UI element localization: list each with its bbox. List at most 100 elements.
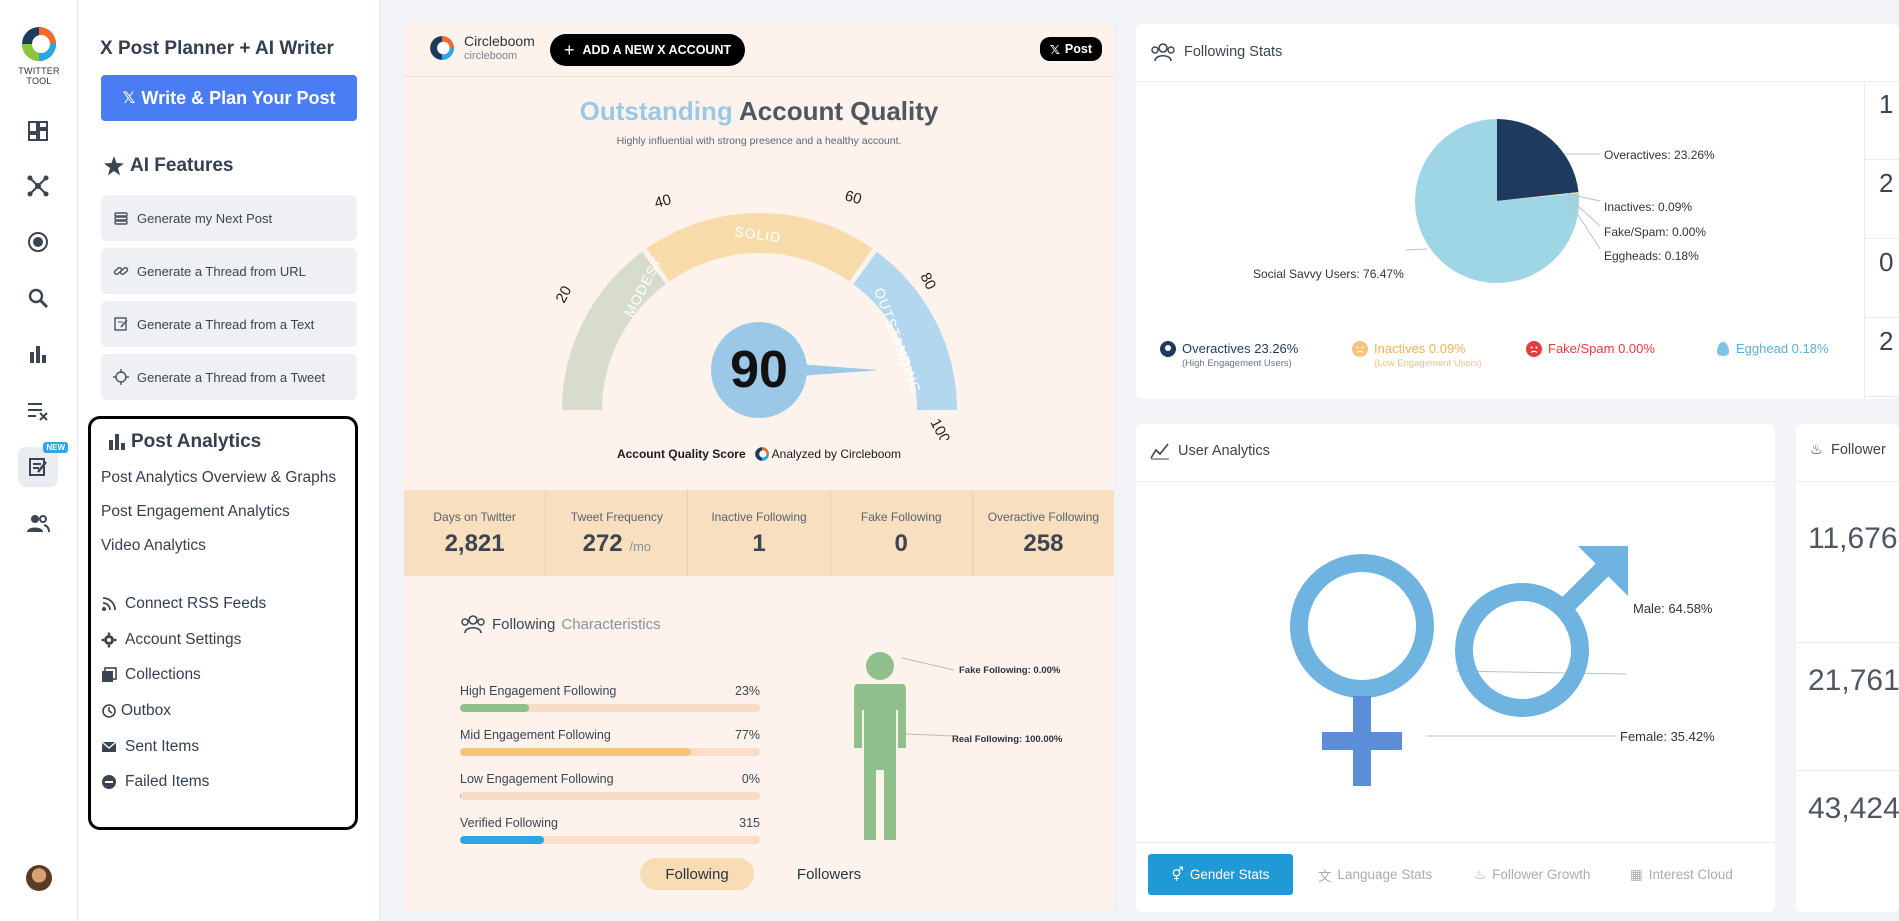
following-stats-card: Following Stats Overactives: 23.26% Inac… — [1136, 24, 1899, 399]
user-avatar[interactable] — [26, 865, 52, 891]
line-chart-icon — [1150, 443, 1169, 460]
stat-fake-following: Fake Following 0 — [831, 490, 973, 576]
write-and-plan-label: Write & Plan Your Post — [141, 87, 336, 108]
divider — [1136, 481, 1775, 482]
plus-icon: + — [564, 39, 575, 60]
bar-fill — [460, 836, 544, 844]
flame-icon: ♨ — [1810, 442, 1823, 458]
grid-icon: ▦ — [1630, 866, 1643, 882]
legend-label: Inactives 0.09% — [1374, 341, 1466, 356]
menu-label: Collections — [125, 666, 201, 683]
gender-symbols — [1290, 546, 1628, 786]
side-value: 0 — [1865, 239, 1899, 318]
tab-interest-cloud[interactable]: ▦ Interest Cloud — [1620, 854, 1743, 895]
generate-thread-from-url-button[interactable]: Generate a Thread from URL — [101, 248, 357, 294]
following-toggle[interactable]: Following — [640, 858, 754, 890]
ai-features-label: AI Features — [130, 155, 234, 176]
translate-icon: 文 — [1318, 868, 1332, 884]
target-icon — [28, 232, 48, 252]
stat-value: 258 — [1023, 530, 1064, 557]
gender-icon: ⚥ — [1171, 866, 1184, 882]
post-analytics-nav-button[interactable]: NEW — [18, 442, 68, 487]
network-nav-button[interactable] — [18, 166, 58, 206]
stat-tweet-frequency: Tweet Frequency 272 /mo — [546, 490, 689, 576]
link-icon — [113, 267, 129, 275]
tab-gender-stats[interactable]: ⚥ Gender Stats — [1148, 854, 1293, 895]
clear-list-icon — [28, 403, 48, 421]
following-stats-heading: Following Stats — [1150, 42, 1282, 62]
follower-value: 21,761 — [1808, 664, 1899, 697]
dashboard-nav-button[interactable] — [18, 111, 58, 151]
following-stats-side-list: 1 2 0 2 — [1864, 81, 1899, 399]
add-new-x-account-button[interactable]: + ADD A NEW X ACCOUNT — [550, 34, 746, 66]
account-handle: circleboom — [464, 49, 518, 62]
menu-label: Sent Items — [125, 738, 200, 755]
account-name: Circleboom — [464, 33, 535, 50]
generate-thread-from-tweet-button[interactable]: Generate a Thread from a Tweet — [101, 354, 357, 400]
failed-items-link[interactable]: Failed Items — [101, 773, 209, 791]
menu-label: Account Settings — [125, 631, 242, 648]
pie-label-inactives: Inactives: 0.09% — [1604, 200, 1693, 214]
tab-language-stats[interactable]: 文 Language Stats — [1308, 854, 1442, 895]
pie-label-eggheads: Eggheads: 0.18% — [1604, 249, 1699, 263]
pie-label-social: Social Savvy Users: 76.47% — [1253, 267, 1404, 281]
icon-rail: TWITTER TOOL NEW — [0, 0, 78, 921]
ai-item-label: Generate my Next Post — [137, 210, 273, 226]
outbox-link[interactable]: Outbox — [101, 702, 171, 720]
sent-items-link[interactable]: Sent Items — [101, 738, 199, 756]
angry-face-icon — [1526, 341, 1542, 357]
bar-fill — [460, 704, 529, 712]
collections-link[interactable]: Collections — [101, 666, 201, 684]
bar-label: Mid Engagement Following — [460, 728, 611, 742]
x-logo-icon: 𝕏 — [122, 90, 136, 107]
female-percentage-label: Female: 35.42% — [1620, 729, 1715, 744]
legend-label: Overactives 23.26% — [1182, 341, 1299, 356]
target-nav-button[interactable] — [18, 222, 58, 262]
account-quality-title: Outstanding Account Quality — [404, 96, 1114, 127]
post-engagement-analytics-link[interactable]: Post Engagement Analytics — [101, 503, 290, 521]
search-nav-button[interactable] — [18, 278, 58, 318]
divider — [404, 76, 1114, 77]
app-logo[interactable]: TWITTER TOOL — [14, 24, 64, 86]
bar-fill — [460, 748, 691, 756]
post-analytics-overview-link[interactable]: Post Analytics Overview & Graphs — [101, 469, 336, 487]
new-badge: NEW — [43, 442, 68, 453]
tab-follower-growth[interactable]: ♨ Follower Growth — [1464, 854, 1600, 895]
connect-rss-feeds-link[interactable]: Connect RSS Feeds — [101, 595, 266, 613]
clear-list-nav-button[interactable] — [18, 390, 58, 430]
characteristic-bar: Low Engagement Following 0% — [460, 772, 760, 800]
tab-label: Language Stats — [1337, 867, 1433, 882]
layers-icon — [114, 212, 128, 225]
legend-label: Fake/Spam 0.00% — [1548, 341, 1655, 356]
characteristic-bar: Verified Following 315 — [460, 816, 760, 844]
account-selector[interactable]: Circleboom circleboom — [428, 33, 535, 62]
account-settings-link[interactable]: Account Settings — [101, 631, 241, 649]
sent-mail-icon — [101, 741, 117, 752]
sidebar: X Post Planner + AI Writer 𝕏 Write & Pla… — [78, 0, 380, 921]
generate-thread-from-text-button[interactable]: Generate a Thread from a Text — [101, 301, 357, 347]
follower-title: Follower — [1831, 442, 1886, 458]
overactive-icon — [1160, 341, 1176, 357]
sidebar-title: X Post Planner + AI Writer — [100, 38, 334, 59]
stat-label: Inactive Following — [711, 510, 807, 524]
pie-label-fake: Fake/Spam: 0.00% — [1604, 225, 1707, 239]
follower-card: ♨ Follower 11,676 21,761 43,424 — [1796, 424, 1899, 912]
tab-label: Follower Growth — [1492, 867, 1591, 882]
fake-following-label: Fake Following: 0.00% — [959, 665, 1061, 676]
x-post-button[interactable]: 𝕏 Post — [1039, 37, 1102, 61]
analyzed-by-label: Analyzed by Circleboom — [771, 447, 902, 461]
video-analytics-link[interactable]: Video Analytics — [101, 537, 206, 555]
stat-label: Tweet Frequency — [570, 510, 663, 524]
analytics-nav-button[interactable] — [18, 334, 58, 374]
users-nav-button[interactable] — [18, 503, 58, 543]
followers-toggle[interactable]: Followers — [772, 858, 886, 890]
characteristic-bar: Mid Engagement Following 77% — [460, 728, 760, 756]
person-figure — [854, 652, 955, 840]
bar-fill — [460, 792, 462, 800]
flame-icon: ♨ — [1474, 866, 1487, 882]
write-and-plan-button[interactable]: 𝕏 Write & Plan Your Post — [101, 75, 357, 121]
side-value: 1 — [1865, 81, 1899, 160]
tick-40: 40 — [653, 191, 674, 212]
follower-value: 43,424 — [1808, 792, 1899, 825]
generate-next-post-button[interactable]: Generate my Next Post — [101, 195, 357, 241]
